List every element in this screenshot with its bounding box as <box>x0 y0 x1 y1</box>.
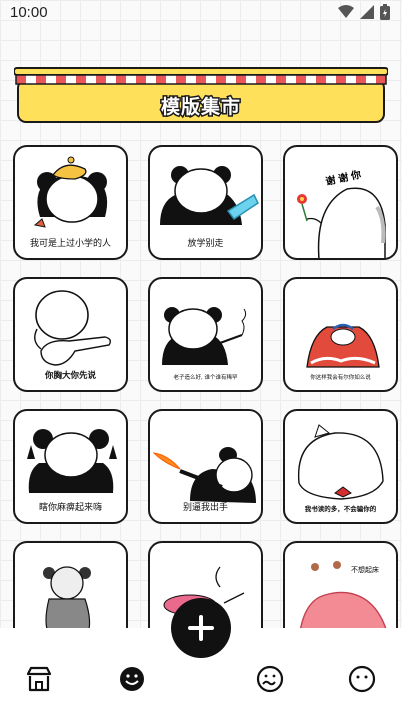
awning-stripe <box>116 75 126 84</box>
awning-stripe <box>326 75 336 84</box>
template-grid: 我可是上过小学的人 放学别走 谢谢你 你胸大你先说 老子造么好, 谁个谁有稀罕 … <box>13 145 398 656</box>
awning-stripe <box>26 75 36 84</box>
awning-stripe <box>66 75 76 84</box>
template-caption: 瞎你麻痹起来嗨 <box>38 503 102 513</box>
awning-stripe <box>106 75 116 84</box>
awning-stripe <box>186 75 196 84</box>
awning-stripe <box>36 75 46 84</box>
template-card[interactable]: 谢谢你 <box>283 145 398 260</box>
awning-stripe <box>166 75 176 84</box>
template-caption: 我可是上过小学的人 <box>29 239 111 249</box>
nav-face[interactable] <box>117 664 147 694</box>
awning-stripe <box>266 75 276 84</box>
market-banner: 模版集市 <box>13 66 389 124</box>
template-caption: 老子造么好, 谁个谁有稀罕 <box>173 375 238 381</box>
signal-icon <box>360 5 374 19</box>
template-card[interactable]: 放学别走 <box>148 145 263 260</box>
awning-stripe <box>146 75 156 84</box>
template-card[interactable]: 你胸大你先说 <box>13 277 128 392</box>
awning-stripe <box>246 75 256 84</box>
awning-stripe <box>356 75 366 84</box>
smile-icon <box>120 667 144 691</box>
template-caption: 别逼我出手 <box>182 503 228 513</box>
template-card[interactable]: 我书读的多，不会骗你的 <box>283 409 398 524</box>
awning-stripe <box>76 75 86 84</box>
blob-with-flower-art <box>297 187 386 258</box>
awning-stripe <box>366 75 376 84</box>
template-card[interactable]: 你这样我会有尔你如么说 <box>283 277 398 392</box>
awning-stripe <box>226 75 236 84</box>
awning-stripe <box>136 75 146 84</box>
awning-stripe <box>306 75 316 84</box>
awning-stripe <box>156 75 166 84</box>
nav-expression[interactable] <box>255 664 285 694</box>
template-card[interactable]: 我可是上过小学的人 <box>13 145 128 260</box>
nav-profile[interactable] <box>347 664 377 694</box>
store-icon <box>26 666 52 692</box>
template-card[interactable]: 别逼我出手 <box>148 409 263 524</box>
awning-stripe <box>196 75 206 84</box>
awning-stripe <box>296 75 306 84</box>
nav-market[interactable] <box>24 664 54 694</box>
awning-stripe <box>176 75 186 84</box>
awning-stripe <box>206 75 216 84</box>
template-caption: 不想起床 <box>351 566 379 574</box>
awning-stripe <box>336 75 346 84</box>
template-caption: 放学别走 <box>187 239 224 249</box>
status-bar: 10:00 <box>0 0 402 24</box>
awning-stripe <box>46 75 56 84</box>
awning-stripe <box>346 75 356 84</box>
neutral-face-icon <box>348 665 376 693</box>
template-caption: 你这样我会有尔你如么说 <box>310 375 371 381</box>
awning-stripe <box>236 75 246 84</box>
status-icons <box>338 4 390 20</box>
wifi-icon <box>338 5 354 18</box>
awning-stripe <box>276 75 286 84</box>
template-card[interactable]: 老子造么好, 谁个谁有稀罕 <box>148 277 263 392</box>
awning-stripe <box>256 75 266 84</box>
plus-icon <box>188 615 214 641</box>
awning-stripe <box>16 75 26 84</box>
awning-stripe <box>126 75 136 84</box>
wavy-face-icon <box>256 665 284 693</box>
awning-stripe <box>216 75 226 84</box>
template-card[interactable]: 瞎你麻痹起来嗨 <box>13 409 128 524</box>
battery-icon <box>380 4 390 20</box>
template-caption: 我书读的多，不会骗你的 <box>304 505 377 513</box>
awning-stripe <box>86 75 96 84</box>
awning-stripe <box>316 75 326 84</box>
awning-stripe <box>286 75 296 84</box>
add-template-button[interactable] <box>171 598 231 658</box>
template-caption: 你胸大你先说 <box>44 371 96 381</box>
status-time: 10:00 <box>10 3 48 21</box>
banner-title: 模版集市 <box>159 95 241 120</box>
awning-stripe <box>376 75 386 84</box>
awning-stripe <box>56 75 66 84</box>
awning-stripe <box>96 75 106 84</box>
